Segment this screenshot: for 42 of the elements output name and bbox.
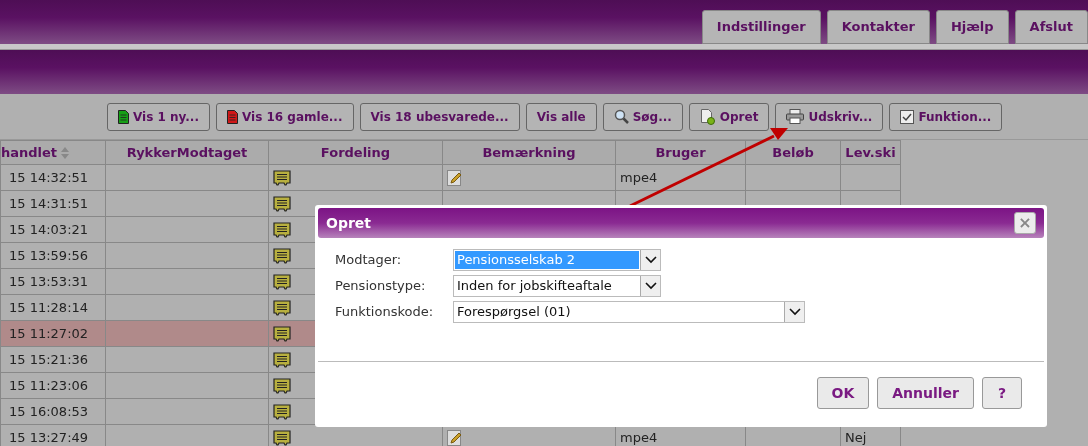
table-cell: 15 13:53:31 [0,268,106,295]
table-cell: 15 14:03:21 [0,216,106,243]
toolbar-button[interactable]: Opret [688,102,770,131]
table-cell: 15 16:08:53 [0,398,106,425]
top-tab[interactable]: Afslut [1014,10,1088,44]
table-cell: 15 11:28:14 [0,294,106,321]
toolbar-button[interactable]: Vis alle [525,102,597,131]
column-header[interactable]: Bemærkning [442,140,616,165]
toolbar-button[interactable]: Vis 18 ubesvarede... [359,102,520,131]
top-tab[interactable]: Kontakter [826,10,930,44]
top-tab[interactable]: Hjælp [935,10,1009,44]
table-cell: 15 15:21:36 [0,346,106,373]
top-tab[interactable]: Indstillinger [701,10,821,44]
table-cell: 15 14:32:51 [0,164,106,191]
table-cell: 15 14:31:51 [0,190,106,217]
column-header[interactable]: Bruger [615,140,746,165]
column-header[interactable]: handlet [0,140,106,165]
dropdown-field[interactable]: Inden for jobskifteaftale [453,275,661,297]
table-row[interactable]: 15 14:32:51 mpe4 [0,164,901,191]
column-header[interactable]: Fordeling [268,140,443,165]
toolbar-button[interactable]: Vis 16 gamle... [216,102,354,131]
toolbar-button[interactable]: Søg... [602,102,683,131]
table-cell: Nej [845,429,867,445]
column-header[interactable]: RykkerModtaget [105,140,269,165]
table-cell: mpe4 [620,169,658,185]
dialog-button[interactable]: ? [982,377,1022,409]
toolbar-button[interactable]: Vis 1 ny... [107,102,210,131]
table-cell: mpe4 [620,429,658,445]
toolbar-button[interactable]: Udskriv... [775,102,884,131]
table-cell: 15 11:23:06 [0,372,106,399]
toolbar-button[interactable]: Funktion... [889,102,1003,131]
column-header[interactable]: Beløb [745,140,841,165]
dialog-button[interactable]: Annuller [877,377,974,409]
field-label: Modtager: [335,251,403,270]
dropdown-field[interactable]: Forespørgsel (01) [453,301,805,323]
column-header[interactable]: Lev.ski [840,140,901,165]
dialog-button[interactable]: OK [816,377,870,409]
table-cell: 15 11:27:02 [0,320,106,347]
field-label: Pensionstype: [335,277,427,296]
field-label: Funktionskode: [335,303,435,322]
table-cell: 15 13:59:56 [0,242,106,269]
table-cell: 15 13:27:49 [0,424,106,446]
